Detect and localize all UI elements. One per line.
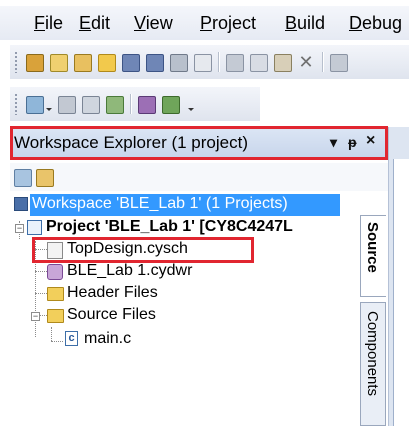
- collapse-icon[interactable]: −: [15, 224, 24, 233]
- folder-icon: [47, 309, 64, 323]
- explorer-toolbar: [10, 163, 388, 191]
- menu-project-label: roject: [212, 13, 257, 33]
- editor-area-edge: [388, 127, 409, 426]
- tab-components-label: Components: [364, 311, 381, 397]
- highlight-box: [32, 237, 254, 263]
- cydwr-label: BLE_Lab 1.cydwr: [67, 262, 193, 279]
- show-all-files-icon[interactable]: [36, 169, 54, 187]
- add-item-icon[interactable]: [74, 54, 92, 72]
- program-icon[interactable]: [106, 96, 124, 114]
- print-icon[interactable]: [170, 54, 188, 72]
- project-label: Project 'BLE_Lab 1' [CY8C4247L: [46, 218, 293, 235]
- menu-file[interactable]: File: [34, 13, 63, 34]
- source-files-label: Source Files: [67, 306, 156, 323]
- print-preview-icon[interactable]: [194, 54, 212, 72]
- menu-debug[interactable]: Debug: [349, 13, 402, 34]
- tab-source-label: Source: [364, 222, 381, 273]
- properties-icon[interactable]: [14, 169, 32, 187]
- cut-icon[interactable]: [226, 54, 244, 72]
- menu-view-accel: V: [134, 13, 146, 33]
- ide-window: File Edit View Project Build Debug ✕ Wor…: [0, 0, 409, 426]
- folder-icon: [47, 287, 64, 301]
- menu-debug-accel: D: [349, 13, 362, 33]
- workspace-tree: Workspace 'BLE_Lab 1' (1 Projects) − Pro…: [10, 193, 382, 426]
- menu-edit-accel: E: [79, 13, 92, 33]
- header-files-label: Header Files: [67, 284, 158, 301]
- save-all-icon[interactable]: [146, 54, 164, 72]
- tree-guide: [51, 341, 63, 342]
- project-icon: [27, 220, 42, 235]
- design-wide-resources-icon: [47, 264, 63, 280]
- clean-icon[interactable]: [58, 96, 76, 114]
- tree-guide: [35, 293, 47, 294]
- save-icon[interactable]: [122, 54, 140, 72]
- toolbar-separator: [130, 94, 132, 114]
- standard-toolbar: ✕: [10, 44, 409, 79]
- menu-view-label: iew: [145, 13, 173, 33]
- menu-debug-label: ebug: [362, 13, 403, 33]
- menu-edit-label: dit: [91, 13, 111, 33]
- menu-file-accel: F: [34, 13, 45, 33]
- build-icon[interactable]: [26, 96, 44, 114]
- tab-source[interactable]: Source: [360, 215, 386, 297]
- menu-file-label: ile: [45, 13, 64, 33]
- menu-build-label: uild: [297, 13, 326, 33]
- new-project-icon[interactable]: [50, 54, 68, 72]
- toolbar-separator: [218, 52, 220, 72]
- delete-icon[interactable]: ✕: [298, 53, 314, 71]
- toolbar-separator: [322, 52, 324, 72]
- build-dropdown-icon[interactable]: [46, 108, 52, 111]
- menu-bar: File Edit View Project Build Debug: [0, 6, 409, 40]
- new-workspace-icon[interactable]: [26, 54, 44, 72]
- menu-build-accel: B: [285, 13, 298, 33]
- workspace-icon: [14, 197, 28, 211]
- tree-guide: [51, 327, 52, 341]
- generate-icon[interactable]: [82, 96, 100, 114]
- tree-guide: [35, 271, 47, 272]
- debug-icon[interactable]: [162, 96, 180, 114]
- chip-icon[interactable]: [138, 96, 156, 114]
- main-c-label: main.c: [84, 330, 132, 347]
- menu-edit[interactable]: Edit: [79, 13, 110, 34]
- undo-icon[interactable]: [330, 54, 348, 72]
- paste-icon[interactable]: [274, 54, 292, 72]
- copy-icon[interactable]: [250, 54, 268, 72]
- editor-area: [393, 159, 409, 426]
- menu-view[interactable]: View: [134, 13, 173, 34]
- tree-item-workspace[interactable]: Workspace 'BLE_Lab 1' (1 Projects): [10, 194, 382, 216]
- toolbar-grip[interactable]: [14, 93, 18, 115]
- menu-build[interactable]: Build: [285, 13, 325, 34]
- menu-project-accel: P: [200, 13, 213, 33]
- open-folder-icon[interactable]: [98, 54, 116, 72]
- c-file-icon: c: [65, 331, 78, 346]
- build-toolbar: [10, 86, 260, 121]
- toolbar-grip[interactable]: [14, 51, 18, 73]
- toolbar-overflow-icon[interactable]: [188, 108, 194, 111]
- menu-project[interactable]: Project: [200, 13, 256, 34]
- tree-guide: [40, 315, 47, 316]
- collapse-icon[interactable]: −: [31, 312, 40, 321]
- highlight-box: [10, 126, 388, 160]
- workspace-label: Workspace 'BLE_Lab 1' (1 Projects): [32, 195, 288, 212]
- tab-components[interactable]: Components: [360, 302, 386, 426]
